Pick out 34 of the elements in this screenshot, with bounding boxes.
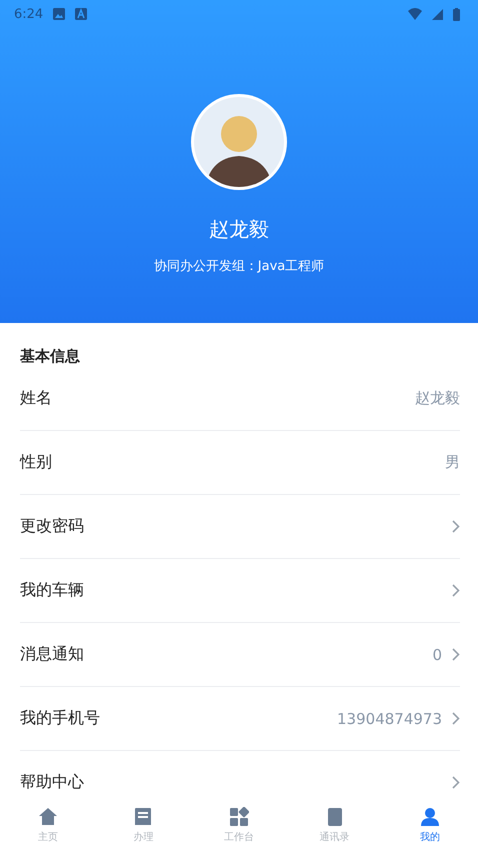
grid-icon <box>228 806 249 826</box>
row-label: 我的车辆 <box>20 580 84 601</box>
chevron-icon <box>452 712 460 725</box>
tray-icon <box>133 806 154 826</box>
settings-row[interactable]: 更改密码 <box>20 495 460 559</box>
row-label: 性别 <box>20 452 52 473</box>
row-label: 消息通知 <box>20 644 84 665</box>
chevron-icon <box>452 648 460 661</box>
row-value: 赵龙毅 <box>415 389 460 408</box>
settings-row[interactable]: 我的车辆 <box>20 559 460 623</box>
user-role: 协同办公开发组：Java工程师 <box>154 258 324 275</box>
row-label: 帮助中心 <box>20 772 84 793</box>
row-label: 姓名 <box>20 388 52 409</box>
row-label: 更改密码 <box>20 516 84 537</box>
image-icon <box>53 8 66 20</box>
signal-icon <box>432 8 443 20</box>
person-icon <box>420 806 440 826</box>
battery-icon <box>453 8 460 20</box>
row-value: 0 <box>432 646 442 664</box>
chevron-icon <box>452 520 460 533</box>
wifi-icon <box>408 8 422 20</box>
keyboard-icon <box>75 8 88 20</box>
section-title: 基本信息 <box>20 346 81 367</box>
nav-tab[interactable]: 我的 <box>382 800 478 850</box>
settings-row[interactable]: 我的手机号 13904874973 <box>20 687 460 751</box>
chevron-icon <box>452 776 460 789</box>
row-value: 13904874973 <box>337 710 442 728</box>
settings-row[interactable]: 消息通知 0 <box>20 623 460 687</box>
chevron-icon <box>452 584 460 597</box>
status-time: 6:24 <box>14 6 44 22</box>
row-value: 男 <box>445 453 460 472</box>
home-icon <box>38 806 58 826</box>
row-label: 我的手机号 <box>20 708 100 729</box>
user-name: 赵龙毅 <box>209 216 269 243</box>
